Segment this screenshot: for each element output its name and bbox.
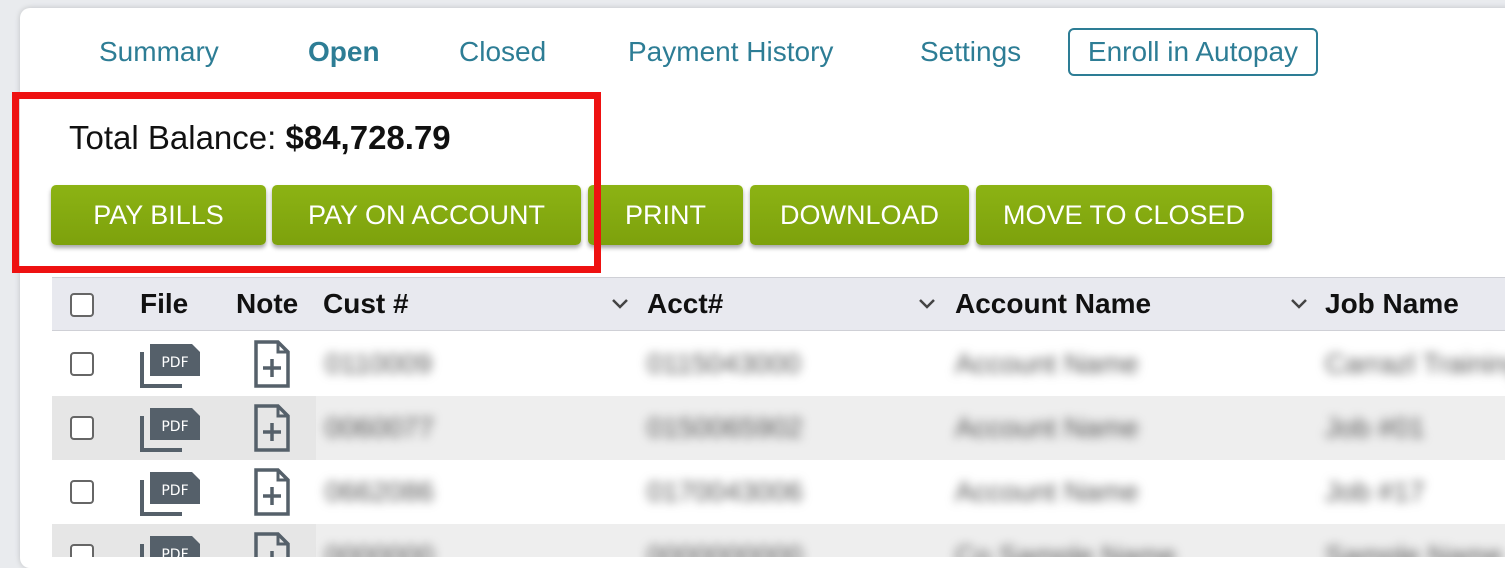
tab-open[interactable]: Open (308, 36, 380, 68)
bills-table: File Note Cust # Acct# Account Name Job … (52, 277, 1505, 557)
tab-settings[interactable]: Settings (920, 36, 1021, 68)
account-name-cell: Account Name (955, 412, 1139, 443)
highlight-box (12, 92, 601, 273)
account-name-cell: Account Name (955, 348, 1139, 379)
enroll-autopay-button[interactable]: Enroll in Autopay (1068, 28, 1318, 76)
svg-text:PDF: PDF (161, 483, 188, 499)
chevron-down-icon[interactable] (916, 292, 938, 314)
column-header-acct[interactable]: Acct# (647, 288, 723, 320)
column-header-job-name[interactable]: Job Name (1325, 288, 1459, 320)
column-header-cust[interactable]: Cust # (323, 288, 409, 320)
table-header: File Note Cust # Acct# Account Name Job … (52, 277, 1505, 331)
move-to-closed-button[interactable]: MOVE TO CLOSED (976, 185, 1272, 245)
chevron-down-icon[interactable] (1288, 292, 1310, 314)
tab-payment-history[interactable]: Payment History (628, 36, 833, 68)
pdf-file-icon[interactable]: PDF (138, 402, 202, 454)
table-row[interactable]: PDF 0060077 0150065902 Account Name Job … (52, 396, 1505, 460)
add-note-icon[interactable] (252, 530, 292, 557)
account-name-cell: Account Name (955, 476, 1139, 507)
row-checkbox[interactable] (70, 480, 94, 504)
cust-number-cell: 0060077 (325, 412, 435, 443)
acct-number-cell: 0000000000 (647, 540, 803, 557)
select-all-checkbox[interactable] (70, 293, 94, 317)
pdf-file-icon[interactable]: PDF (138, 530, 202, 557)
row-checkbox[interactable] (70, 416, 94, 440)
column-header-account-name[interactable]: Account Name (955, 288, 1151, 320)
chevron-down-icon[interactable] (609, 292, 631, 314)
svg-text:PDF: PDF (161, 547, 188, 557)
print-button[interactable]: PRINT (588, 185, 743, 245)
job-name-cell: Sample Name (1325, 540, 1503, 557)
job-name-cell: Carrazl Training (1325, 348, 1505, 379)
acct-number-cell: 0170043006 (647, 476, 803, 507)
svg-text:PDF: PDF (161, 419, 188, 435)
table-row[interactable]: PDF 0662086 0170043006 Account Name Job … (52, 460, 1505, 524)
add-note-icon[interactable] (252, 402, 292, 454)
cust-number-cell: 0662086 (325, 476, 435, 507)
tab-summary[interactable]: Summary (99, 36, 219, 68)
cust-number-cell: 0000000 (325, 540, 435, 557)
column-header-note: Note (236, 288, 299, 319)
cust-number-cell: 0110009 (325, 348, 432, 379)
pdf-file-icon[interactable]: PDF (138, 466, 202, 518)
tab-closed[interactable]: Closed (459, 36, 546, 68)
row-checkbox[interactable] (70, 352, 94, 376)
account-name-cell: Co Sample Name (955, 540, 1176, 557)
acct-number-cell: 0115043000 (647, 348, 801, 379)
column-header-file: File (140, 288, 189, 319)
svg-text:PDF: PDF (161, 355, 188, 371)
pdf-file-icon[interactable]: PDF (138, 338, 202, 390)
table-row[interactable]: PDF 0000000 0000000000 Co Sample Name Sa… (52, 524, 1505, 557)
add-note-icon[interactable] (252, 338, 292, 390)
add-note-icon[interactable] (252, 466, 292, 518)
job-name-cell: Job #01 (1325, 412, 1425, 443)
acct-number-cell: 0150065902 (647, 412, 803, 443)
job-name-cell: Job #17 (1325, 476, 1425, 507)
download-button[interactable]: DOWNLOAD (750, 185, 969, 245)
table-row[interactable]: PDF 0110009 0115043000 Account Name Carr… (52, 332, 1505, 396)
